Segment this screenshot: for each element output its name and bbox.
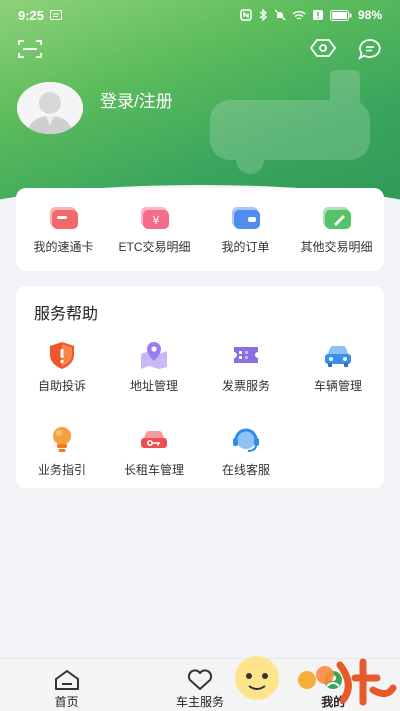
headset-icon [233,428,259,452]
settings-hexagon-icon[interactable] [310,38,336,58]
home-icon [54,670,79,690]
edit-document-icon [322,206,351,229]
invoice-ticket-icon [234,347,258,363]
complaint-shield-icon [50,342,74,369]
section-title: 服务帮助 [34,306,99,323]
car-silhouette-icon [210,70,370,174]
quick-action-etc-card[interactable]: 我的速通卡 [19,205,109,255]
service-guide[interactable]: 业务指引 [16,424,108,478]
service-invoice[interactable]: 发票服务 [200,340,292,394]
nav-label: 首页 [54,695,79,709]
status-time: 9:25 [18,7,45,23]
svg-text:¥: ¥ [152,214,159,227]
card-icon [49,206,78,229]
quick-action-label: 其他交易明细 [300,239,373,254]
default-avatar-icon [17,82,83,134]
address-map-icon [141,342,167,369]
message-icon [50,10,63,20]
alert-icon [312,10,323,20]
heart-icon [187,669,213,690]
service-vehicle[interactable]: 车辆管理 [292,340,384,394]
service-label: 业务指引 [37,463,86,477]
battery-level: 98% [357,8,382,22]
profile-section[interactable]: 登录/注册 [17,82,173,134]
quick-action-etc-transactions[interactable]: ¥ ETC交易明细 [110,205,200,255]
nfc-icon [240,9,252,21]
avatar[interactable] [17,82,83,134]
bluetooth-icon [259,9,267,21]
service-address[interactable]: 地址管理 [108,340,200,394]
service-label: 长租车管理 [123,463,184,477]
service-online-support[interactable]: 在线客服 [200,424,292,478]
battery-icon [329,9,352,21]
quick-action-my-orders[interactable]: 我的订单 [201,205,291,255]
quick-action-label: 我的订单 [221,239,270,254]
service-label: 自助投诉 [37,379,86,393]
lightbulb-icon [53,427,71,452]
quick-action-other-transactions[interactable]: 其他交易明细 [292,205,382,255]
watermark-logo-icon [235,656,397,706]
service-label: 地址管理 [129,379,178,393]
service-help-card: 服务帮助 自助投诉 地址管理 发票服务 车辆管理 业务指引 长租车管理 在线客服 [16,286,384,488]
service-label: 在线客服 [221,463,270,477]
message-bubble-icon[interactable] [358,38,382,60]
nav-home[interactable]: 首页 [17,659,117,710]
service-long-rental[interactable]: 长租车管理 [108,424,200,478]
scan-icon[interactable] [18,39,42,59]
car-icon [325,346,351,367]
service-complaint[interactable]: 自助投诉 [16,340,108,394]
wallet-icon [231,206,260,229]
quick-actions-card: 我的速通卡 ¥ ETC交易明细 我的订单 其他交易明细 [16,188,384,271]
nav-label: 车主服务 [175,695,224,709]
service-label: 发票服务 [221,379,270,393]
quick-action-label: 我的速通卡 [33,239,94,254]
yuan-wallet-icon: ¥ [140,206,169,229]
quick-action-label: ETC交易明细 [118,239,191,254]
service-label: 车辆管理 [313,379,362,393]
rental-car-key-icon [141,431,167,448]
login-register-link[interactable]: 登录/注册 [100,87,173,112]
wifi-icon [292,10,306,20]
status-bar: 9:25 98% [0,0,400,30]
mute-icon [274,9,286,21]
